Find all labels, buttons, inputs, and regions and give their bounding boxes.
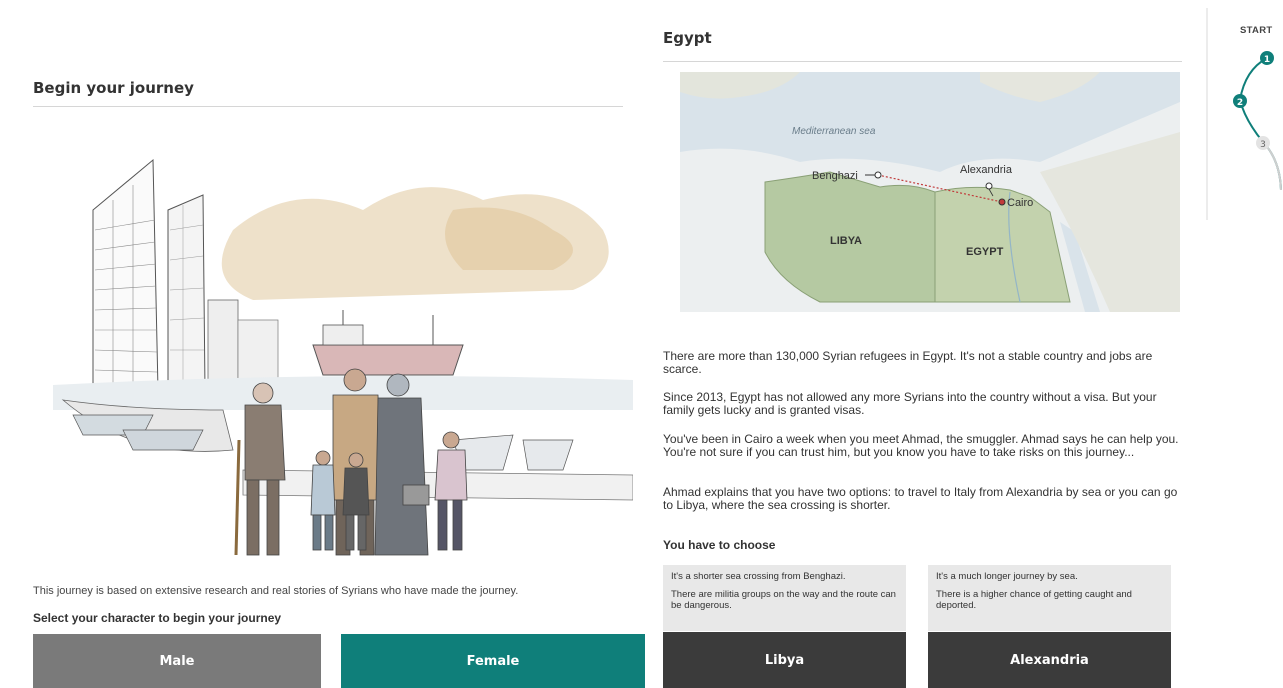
alexandria-choice-description: It's a much longer journey by sea. There… xyxy=(928,565,1171,631)
egypt-libya-map: Mediterranean sea Benghazi Alexandria Ca… xyxy=(680,72,1180,312)
alexandria-choice-line-1: It's a much longer journey by sea. xyxy=(936,571,1078,582)
step-2-label: 2 xyxy=(1237,98,1243,108)
title-divider xyxy=(33,106,623,107)
progress-step-3[interactable]: 3 xyxy=(1256,136,1270,150)
journey-intro-text: This journey is based on extensive resea… xyxy=(33,585,519,597)
progress-step-1[interactable]: 1 xyxy=(1260,51,1274,65)
journey-progress-tracker: 1 2 3 xyxy=(1206,8,1282,220)
alexandria-button[interactable]: Alexandria xyxy=(928,632,1171,688)
step-1-label: 1 xyxy=(1264,55,1270,65)
egypt-title-divider xyxy=(663,61,1182,62)
male-button[interactable]: Male xyxy=(33,634,321,688)
libya-choice-description: It's a shorter sea crossing from Benghaz… xyxy=(663,565,906,631)
choose-label: You have to choose xyxy=(663,538,776,552)
libya-choice-line-1: It's a shorter sea crossing from Benghaz… xyxy=(671,571,846,582)
libya-button[interactable]: Libya xyxy=(663,632,906,688)
begin-journey-panel: Begin your journey This journey is based… xyxy=(33,0,645,688)
country-libya: LIBYA xyxy=(830,235,862,247)
city-cairo: Cairo xyxy=(1007,197,1033,209)
step-3-label: 3 xyxy=(1260,140,1266,150)
city-alexandria: Alexandria xyxy=(960,164,1013,176)
female-button[interactable]: Female xyxy=(341,634,645,688)
paragraph-2: Since 2013, Egypt has not allowed any mo… xyxy=(663,390,1157,417)
select-character-label: Select your character to begin your jour… xyxy=(33,611,282,625)
paragraph-1: There are more than 130,000 Syrian refug… xyxy=(663,349,1153,376)
country-egypt: EGYPT xyxy=(966,246,1004,258)
libya-choice-line-2: There are militia groups on the way and … xyxy=(671,589,896,611)
paragraph-4: Ahmad explains that you have two options… xyxy=(663,485,1178,512)
refugee-family-illustration xyxy=(53,158,633,556)
egypt-title: Egypt xyxy=(663,29,712,47)
progress-step-2[interactable]: 2 xyxy=(1233,94,1247,108)
city-benghazi: Benghazi xyxy=(812,170,858,182)
paragraph-3: You've been in Cairo a week when you mee… xyxy=(663,432,1179,459)
begin-journey-title: Begin your journey xyxy=(33,79,194,97)
egypt-panel: Egypt Mediterranean sea Benghazi Alexand… xyxy=(663,0,1183,688)
alexandria-choice-line-2: There is a higher chance of getting caug… xyxy=(936,589,1132,611)
sea-label: Mediterranean sea xyxy=(792,126,876,137)
